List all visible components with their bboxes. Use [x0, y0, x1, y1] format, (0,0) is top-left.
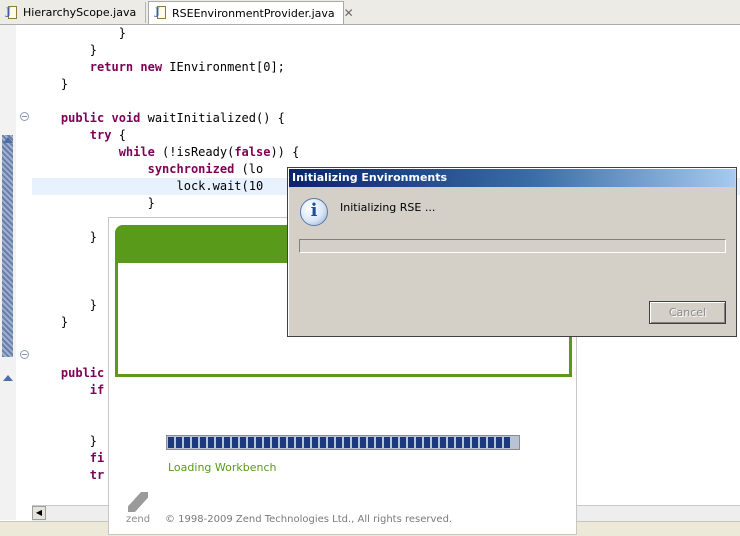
- close-icon[interactable]: ✕: [344, 6, 354, 20]
- code-keyword: if: [89, 383, 105, 397]
- code-text: }: [32, 26, 126, 40]
- code-line: }: [32, 314, 68, 331]
- code-text: }: [32, 43, 98, 57]
- code-line: }: [32, 42, 97, 59]
- code-line: if: [32, 382, 104, 399]
- code-line: synchronized (lo: [32, 161, 264, 178]
- cancel-button[interactable]: Cancel: [649, 301, 726, 324]
- code-text: waitInitialized() {: [140, 111, 285, 125]
- tab-label: HierarchyScope.java: [23, 6, 137, 19]
- dialog-message: Initializing RSE ...: [340, 201, 436, 214]
- code-line: }: [32, 195, 155, 212]
- code-text: lock.wait(10: [32, 179, 264, 193]
- code-keyword: while: [118, 145, 155, 159]
- code-text: IEnvironment[0];: [162, 60, 285, 74]
- code-text: }: [32, 315, 69, 329]
- java-file-icon: J: [6, 5, 18, 20]
- code-line: public void waitInitialized() {: [32, 110, 285, 127]
- override-marker-icon: [3, 137, 13, 143]
- zend-logo: zend: [126, 492, 154, 528]
- code-keyword: false: [234, 145, 271, 159]
- splash-status-text: Loading Workbench: [168, 461, 277, 474]
- code-text: }: [32, 298, 98, 312]
- dialog-title[interactable]: Initializing Environments: [289, 169, 735, 187]
- code-text: )) {: [270, 145, 300, 159]
- info-icon: i: [300, 198, 330, 228]
- code-line: }: [32, 76, 68, 93]
- override-marker-icon: [3, 375, 13, 381]
- code-line: }: [32, 433, 97, 450]
- tab-hierarchyscope-java[interactable]: J HierarchyScope.java: [0, 2, 146, 23]
- code-keyword: synchronized: [147, 162, 235, 176]
- code-keyword: try: [89, 128, 112, 142]
- code-text: (lo: [234, 162, 264, 176]
- editor-tab-bar: J HierarchyScope.java J RSEEnvironmentPr…: [0, 0, 740, 25]
- code-keyword: public: [60, 111, 105, 125]
- change-overview-bar: [2, 135, 13, 357]
- java-file-icon: J: [155, 6, 167, 20]
- code-text: {: [111, 128, 126, 142]
- code-text: }: [32, 196, 155, 210]
- editor-ruler: [0, 25, 16, 520]
- initializing-dialog: Initializing Environments i Initializing…: [287, 167, 737, 337]
- code-text: }: [32, 230, 98, 244]
- code-text: }: [32, 77, 69, 91]
- splash-copyright: © 1998-2009 Zend Technologies Ltd., All …: [165, 514, 453, 525]
- splash-progress-fill: [168, 437, 511, 448]
- code-keyword: void: [111, 111, 141, 125]
- dialog-progress-bar: [299, 239, 726, 253]
- code-line: }: [32, 297, 97, 314]
- tab-rseenvironmentprovider-java[interactable]: J RSEEnvironmentProvider.java ✕: [148, 1, 354, 24]
- code-keyword: return: [89, 60, 134, 74]
- zend-logo-text: zend: [126, 514, 151, 525]
- code-keyword: fi: [89, 451, 105, 465]
- code-line: }: [32, 229, 97, 246]
- code-line: while (!isReady(false)) {: [32, 144, 300, 161]
- code-line: public: [32, 365, 104, 382]
- code-keyword: new: [140, 60, 163, 74]
- code-line: lock.wait(10: [32, 178, 263, 195]
- tab-label: RSEEnvironmentProvider.java: [172, 6, 335, 20]
- code-keyword: public: [60, 366, 105, 380]
- fold-collapse-icon[interactable]: −: [20, 350, 29, 359]
- code-line: return new IEnvironment[0];: [32, 59, 285, 76]
- code-line: fi: [32, 450, 104, 467]
- code-line: try {: [32, 127, 126, 144]
- code-keyword: tr: [89, 468, 105, 482]
- fold-collapse-icon[interactable]: −: [20, 112, 29, 121]
- scroll-left-icon[interactable]: ◀: [32, 506, 46, 520]
- code-line: }: [32, 25, 126, 42]
- code-line: tr: [32, 467, 104, 484]
- splash-progress-bar: [166, 435, 520, 450]
- code-text: }: [32, 434, 98, 448]
- zend-logo-icon: [128, 492, 148, 512]
- code-text: (!isReady(: [154, 145, 235, 159]
